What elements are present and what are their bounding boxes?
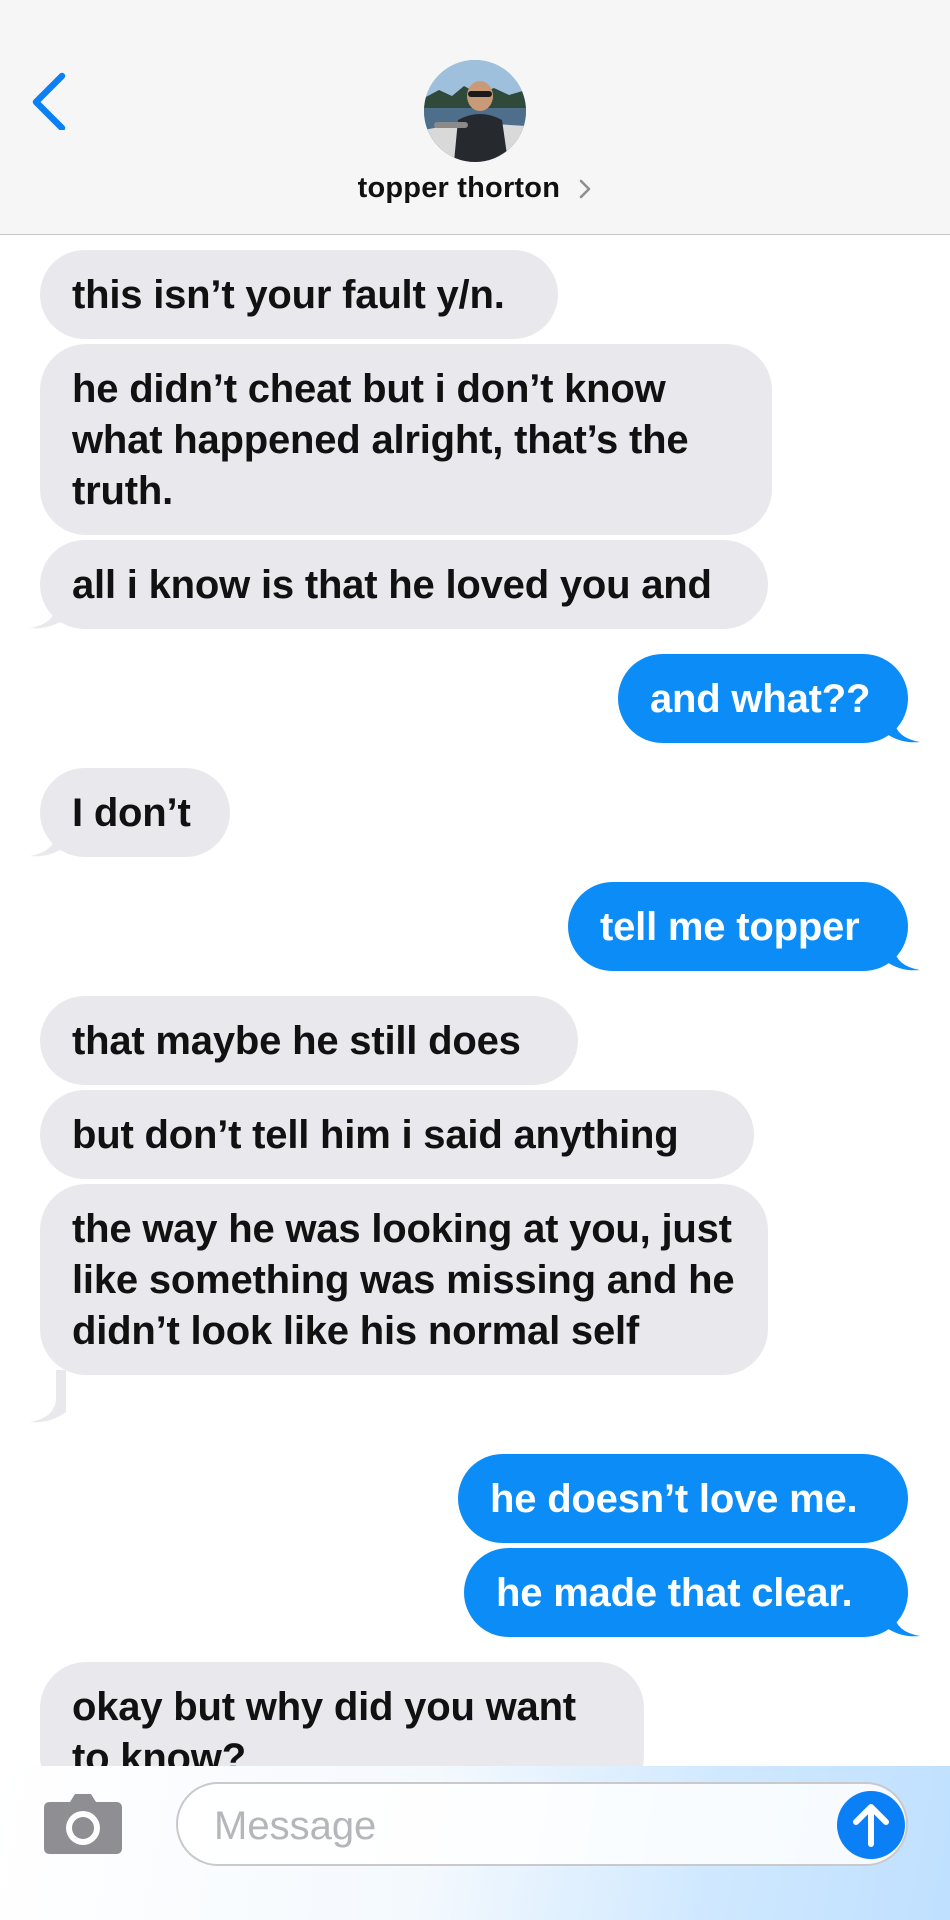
incoming-message[interactable]: the way he was looking at you, just like… — [40, 1184, 768, 1375]
incoming-bubble-tail — [30, 576, 66, 629]
incoming-message[interactable]: I don’t — [40, 768, 230, 857]
message-text: okay but why did you want to know? — [72, 1685, 576, 1766]
camera-icon — [44, 1794, 122, 1854]
incoming-bubble-tail — [30, 804, 66, 857]
message-text: tell me topper — [600, 905, 860, 949]
message-text: he doesn’t love me. — [490, 1477, 858, 1521]
outgoing-message[interactable]: tell me topper — [568, 882, 908, 971]
message-text: he didn’t cheat but i don’t know what ha… — [72, 367, 689, 513]
outgoing-bubble-tail — [884, 1584, 920, 1637]
message-text: the way he was looking at you, just like… — [72, 1207, 735, 1353]
outgoing-message[interactable]: he made that clear. — [464, 1548, 908, 1637]
contact-name-button[interactable]: topper thorton — [0, 172, 950, 205]
outgoing-message[interactable]: he doesn’t love me. — [458, 1454, 908, 1543]
contact-name: topper thorton — [357, 172, 561, 204]
avatar-photo — [424, 60, 526, 162]
chevron-right-icon — [580, 180, 591, 199]
outgoing-bubble-tail — [884, 918, 920, 971]
message-placeholder: Message — [214, 1804, 377, 1848]
message-input[interactable]: Message — [176, 1782, 908, 1866]
incoming-bubble-tail — [30, 1370, 66, 1423]
camera-button[interactable] — [42, 1792, 124, 1856]
incoming-message[interactable]: he didn’t cheat but i don’t know what ha… — [40, 344, 772, 535]
incoming-message[interactable]: this isn’t your fault y/n. — [40, 250, 558, 339]
message-input-bar: Message — [0, 1766, 950, 1920]
send-button[interactable] — [836, 1790, 906, 1860]
send-arrow-up-icon — [837, 1791, 905, 1859]
incoming-message[interactable]: that maybe he still does — [40, 996, 578, 1085]
message-text: that maybe he still does — [72, 1019, 521, 1063]
incoming-message[interactable]: but don’t tell him i said anything — [40, 1090, 754, 1179]
outgoing-message[interactable]: and what?? — [618, 654, 908, 743]
incoming-message[interactable]: all i know is that he loved you and — [40, 540, 768, 629]
chevron-left-icon — [32, 72, 66, 132]
conversation-header: topper thorton — [0, 0, 950, 235]
message-text: all i know is that he loved you and — [72, 563, 712, 607]
message-text: and what?? — [650, 677, 871, 721]
back-button[interactable] — [26, 70, 72, 132]
message-thread[interactable]: this isn’t your fault y/n. he didn’t che… — [0, 236, 950, 1766]
incoming-message[interactable]: okay but why did you want to know? — [40, 1662, 644, 1766]
message-text: this isn’t your fault y/n. — [72, 273, 505, 317]
message-text: I don’t — [72, 791, 191, 835]
outgoing-bubble-tail — [884, 690, 920, 743]
message-text: but don’t tell him i said anything — [72, 1113, 679, 1157]
message-text: he made that clear. — [496, 1571, 853, 1615]
contact-avatar[interactable] — [424, 60, 526, 162]
